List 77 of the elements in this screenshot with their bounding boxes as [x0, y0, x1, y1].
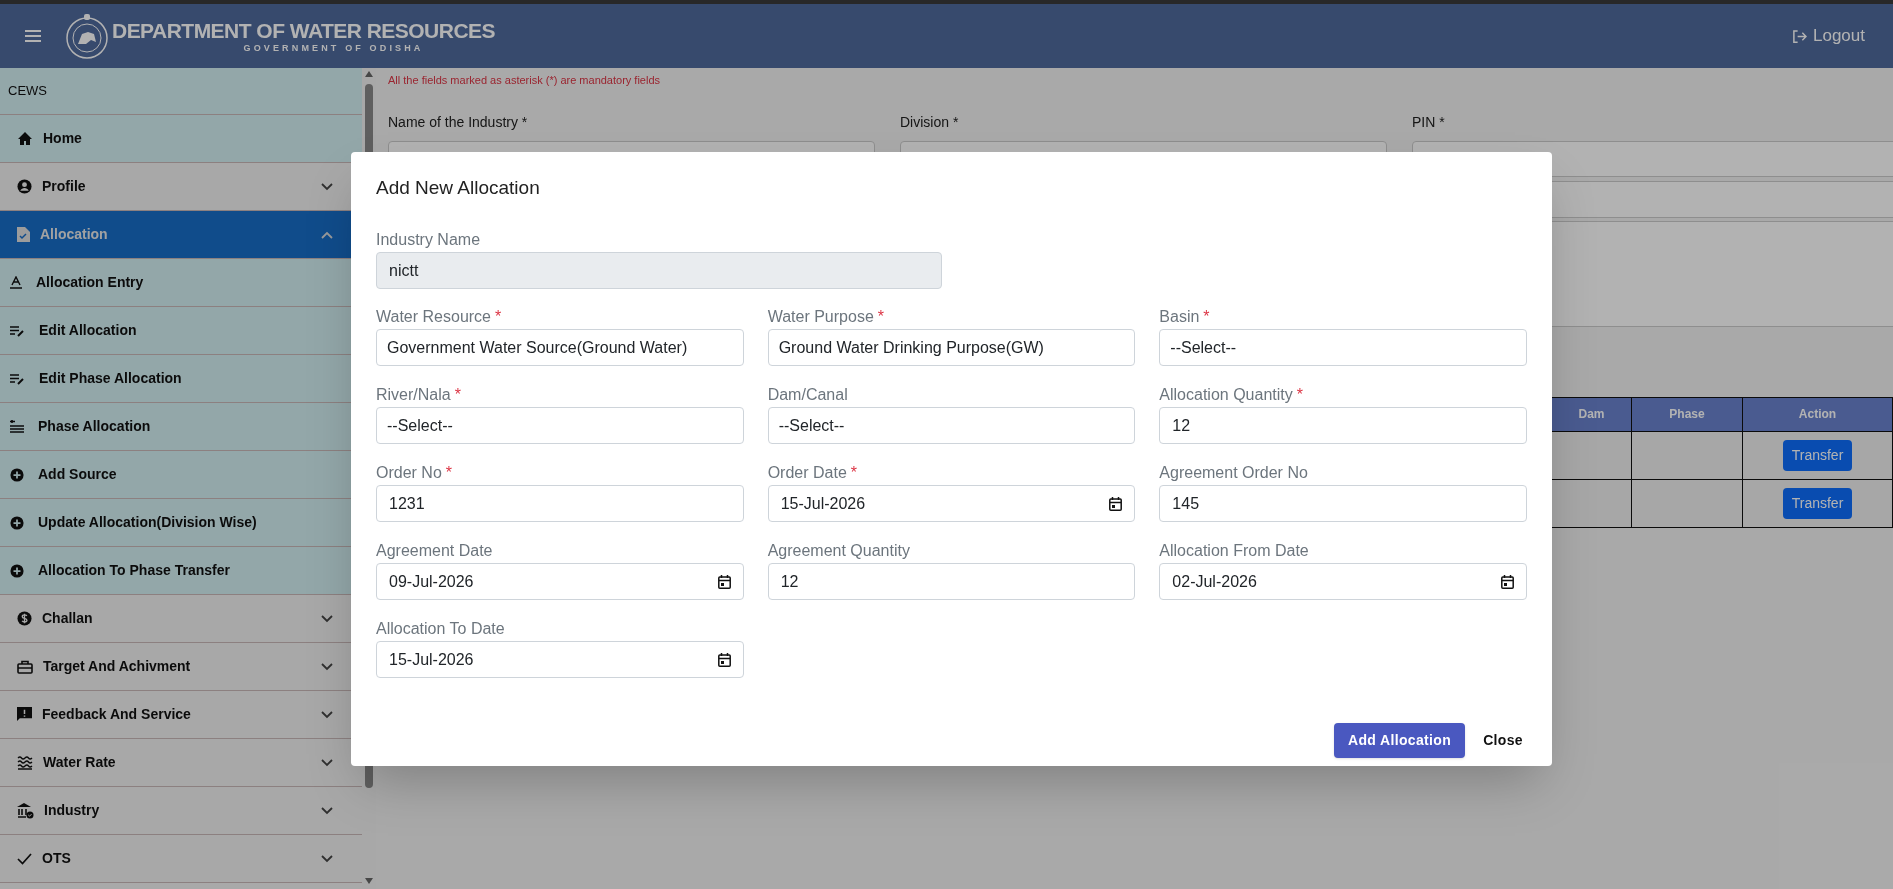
chevron-up-icon — [321, 230, 333, 239]
chevron-down-icon — [321, 806, 333, 815]
close-button[interactable]: Close — [1479, 723, 1527, 758]
chevron-down-icon — [321, 854, 333, 863]
column-header: Phase — [1631, 397, 1743, 431]
field-label: Allocation From Date — [1159, 541, 1310, 561]
dialog-title: Add New Allocation — [376, 176, 541, 200]
date-field[interactable]: 02-Jul-2026 — [1159, 563, 1527, 600]
field-label: Dam/Canal — [767, 385, 849, 405]
chevron-down-icon — [321, 758, 333, 767]
field-label: Agreement Date — [376, 541, 494, 561]
input-field[interactable]: 145 — [1159, 485, 1527, 522]
add-allocation-button[interactable]: Add Allocation — [1333, 723, 1466, 758]
field-label: Basin * — [1159, 307, 1211, 327]
home-icon — [17, 131, 33, 146]
emblem-logo — [64, 12, 110, 60]
document-check-icon — [17, 227, 30, 242]
select-field[interactable]: --Select-- — [376, 407, 744, 444]
chevron-down-icon — [321, 614, 333, 623]
site-subtitle: GOVERNMENT OF ODISHA — [242, 43, 424, 53]
column-header: Action — [1742, 397, 1893, 431]
waves-icon — [17, 755, 33, 770]
field-label: Order No * — [376, 463, 454, 483]
calendar-icon[interactable] — [1109, 496, 1123, 511]
edit-list-icon — [10, 372, 25, 385]
plus-circle-icon — [10, 515, 24, 530]
plus-circle-icon — [10, 467, 24, 482]
field-label: Industry Name — [376, 230, 482, 250]
field-label: Agreement Quantity — [767, 541, 911, 561]
briefcase-icon — [17, 659, 33, 674]
field-label: Division * — [900, 112, 960, 131]
field-label: Allocation Quantity * — [1159, 385, 1304, 405]
field-label: Water Resource * — [376, 307, 503, 327]
chevron-down-icon — [321, 182, 333, 191]
sidebar-title: CEWS — [8, 82, 47, 101]
logout-icon — [1792, 28, 1807, 44]
user-circle-icon — [17, 179, 32, 194]
menu-icon[interactable] — [24, 29, 42, 43]
field-label: Allocation To Date — [376, 619, 506, 639]
select-field[interactable]: Ground Water Drinking Purpose(GW) — [767, 329, 1136, 366]
text-format-icon — [10, 276, 22, 289]
check-icon — [17, 852, 32, 865]
bank-icon — [17, 802, 34, 819]
select-field[interactable]: --Select-- — [767, 407, 1136, 444]
transfer-button[interactable]: Transfer — [1782, 487, 1853, 519]
date-field[interactable]: 15-Jul-2026 — [767, 485, 1136, 522]
sidebar-item[interactable]: Home — [0, 115, 362, 163]
plus-circle-icon — [10, 563, 24, 578]
chevron-down-icon — [321, 662, 333, 671]
field-label: Order Date * — [767, 463, 859, 483]
field-label: River/Nala * — [376, 385, 462, 405]
select-field[interactable]: --Select-- — [1159, 329, 1527, 366]
date-field[interactable]: 09-Jul-2026 — [376, 563, 744, 600]
edit-list-icon — [10, 324, 25, 337]
calendar-icon[interactable] — [717, 574, 731, 589]
input-field[interactable]: 12 — [1159, 407, 1527, 444]
field-label: Name of the Industry * — [388, 112, 529, 131]
transfer-button[interactable]: Transfer — [1782, 439, 1853, 471]
date-field[interactable]: 15-Jul-2026 — [376, 641, 744, 678]
logout-link[interactable]: Logout — [1792, 23, 1865, 49]
chevron-down-icon — [321, 710, 333, 719]
field-label: PIN * — [1412, 112, 1446, 131]
mandatory-note: All the fields marked as asterisk (*) are mandatory fields — [388, 73, 662, 88]
list-icon — [10, 420, 24, 433]
select-field[interactable]: Government Water Source(Ground Water) — [376, 329, 744, 366]
input-field[interactable]: 1231 — [376, 485, 744, 522]
scroll-up-icon[interactable] — [364, 70, 374, 78]
input-field[interactable]: 12 — [767, 563, 1136, 600]
scroll-down-icon[interactable] — [364, 877, 374, 885]
dollar-circle-icon — [17, 611, 32, 626]
field-label: Water Purpose * — [767, 307, 885, 327]
column-header: Dam — [1551, 397, 1632, 431]
calendar-icon[interactable] — [717, 652, 731, 667]
feedback-icon — [17, 707, 32, 722]
site-title: DEPARTMENT OF WATER RESOURCES — [112, 19, 495, 41]
field-label: Agreement Order No — [1159, 463, 1309, 483]
calendar-icon[interactable] — [1501, 574, 1514, 589]
